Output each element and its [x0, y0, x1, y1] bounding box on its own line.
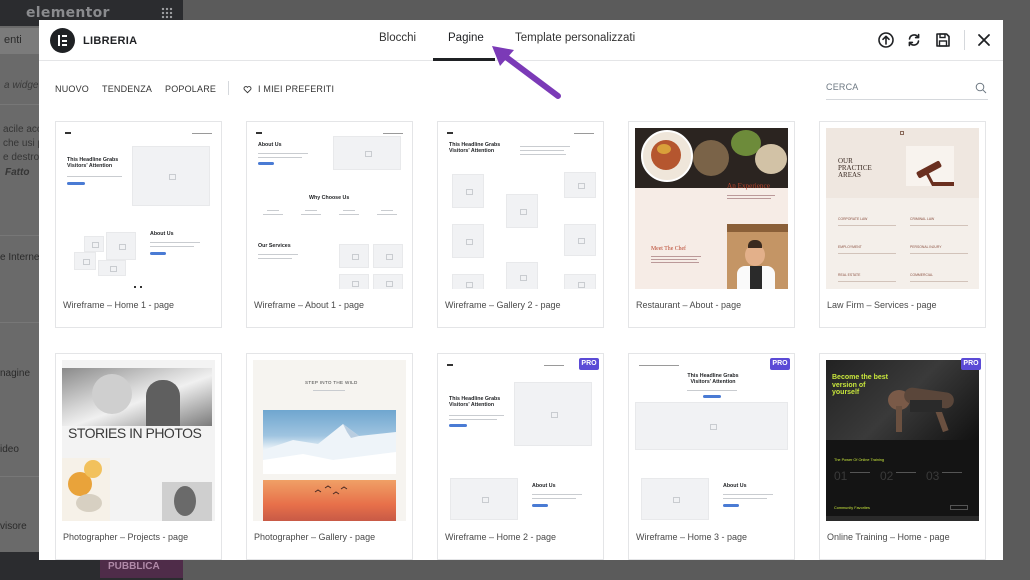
- filter-new[interactable]: NUOVO: [55, 84, 89, 94]
- thumb-chef: Meet The Chef: [651, 246, 686, 252]
- template-name: Wireframe – Home 3 - page: [636, 532, 748, 542]
- search-box: [826, 76, 988, 100]
- template-thumbnail: This Headline Grabs Visitors' Attention: [444, 128, 597, 289]
- sync-icon: [908, 33, 920, 47]
- template-name: Wireframe – Gallery 2 - page: [445, 300, 561, 310]
- template-card[interactable]: This Headline Grabs Visitors' Attention …: [437, 121, 604, 328]
- template-thumbnail: Become the best version of yourself The …: [826, 360, 979, 521]
- thumb-headline: This Headline Grabs Visitors' Attention: [687, 373, 739, 385]
- thumb-law-item: COMMERCIAL: [910, 273, 933, 277]
- upload-template-button[interactable]: [877, 31, 895, 49]
- template-thumbnail: This Headline Grabs Visitors' Attention …: [62, 128, 215, 289]
- thumb-training: The Power Of Online Training: [834, 458, 885, 462]
- thumb-favorites: Community Favorites: [834, 506, 870, 510]
- thumb-services: Our Services: [258, 243, 291, 249]
- widget-label: nagine: [0, 368, 31, 379]
- search-icon[interactable]: [975, 82, 987, 94]
- close-button[interactable]: [975, 31, 993, 49]
- template-name: Photographer – Projects - page: [63, 532, 189, 542]
- editor-hint-line: e destro: [3, 152, 40, 163]
- upload-icon: [878, 32, 894, 48]
- thumb-about: About Us: [150, 231, 174, 237]
- template-card[interactable]: OUR PRACTICE AREAS CORPORATE LAW CRIMINA…: [819, 121, 986, 328]
- pro-badge: PRO: [579, 358, 599, 370]
- template-card[interactable]: PRO This Headline Grabs Visitors' Attent…: [437, 353, 604, 560]
- filter-popular[interactable]: POPOLARE: [165, 84, 216, 94]
- save-template-button[interactable]: [934, 31, 952, 49]
- thumb-number: 02: [880, 469, 894, 483]
- thumb-about: About Us: [258, 142, 282, 148]
- thumb-experience: An Experience: [727, 182, 770, 190]
- template-thumbnail: This Headline Grabs Visitors' Attention …: [635, 360, 788, 521]
- tab-custom-templates[interactable]: Template personalizzati: [515, 32, 635, 44]
- thumb-number: 01: [834, 469, 848, 483]
- modal-header: LIBRERIA Blocchi Pagine Template persona…: [39, 20, 1003, 61]
- editor-hint-line: acile acc: [3, 124, 42, 135]
- thumb-about: About Us: [532, 483, 556, 489]
- tab-blocks[interactable]: Blocchi: [379, 32, 416, 44]
- template-card[interactable]: An Experience Meet The Chef Restaurant –…: [628, 121, 795, 328]
- editor-logo: elementor: [26, 5, 110, 21]
- thumb-law-item: PERSONAL INJURY: [910, 245, 942, 249]
- filter-favorites[interactable]: I MIEI PREFERITI: [243, 84, 334, 94]
- thumb-about: About Us: [723, 483, 747, 489]
- editor-tab-elements: enti: [0, 28, 40, 54]
- filter-trend[interactable]: TENDENZA: [102, 84, 152, 94]
- pro-badge: PRO: [770, 358, 790, 370]
- template-card[interactable]: STEP INTO THE WILD Photographer – Galler…: [246, 353, 413, 560]
- thumb-number: 03: [926, 469, 940, 483]
- widget-label: ideo: [0, 444, 19, 455]
- grid-icon: [161, 7, 173, 19]
- template-card[interactable]: PRO Become the best version of yourself …: [819, 353, 986, 560]
- thumb-wild: STEP INTO THE WILD: [305, 380, 358, 385]
- save-icon: [936, 33, 950, 47]
- thumb-headline: This Headline Grabs Visitors' Attention: [449, 396, 501, 408]
- template-thumbnail: STORIES IN PHOTOS: [62, 360, 215, 521]
- template-thumbnail: This Headline Grabs Visitors' Attention …: [444, 360, 597, 521]
- pro-badge: PRO: [961, 358, 981, 370]
- thumb-fitness: Become the best version of yourself: [832, 374, 889, 397]
- template-thumbnail: OUR PRACTICE AREAS CORPORATE LAW CRIMINA…: [826, 128, 979, 289]
- heart-icon: [243, 85, 252, 93]
- library-title: LIBRERIA: [83, 35, 138, 47]
- filter-divider: [228, 81, 229, 95]
- header-divider: [964, 30, 965, 50]
- thumb-law-item: CRIMINAL LAW: [910, 217, 935, 221]
- template-name: Wireframe – About 1 - page: [254, 300, 365, 310]
- thumb-law-item: EMPLOYMENT: [838, 245, 862, 249]
- thumb-headline: This Headline Grabs Visitors' Attention: [67, 157, 119, 169]
- template-name: Online Training – Home - page: [827, 532, 950, 542]
- thumb-stories: STORIES IN PHOTOS: [68, 425, 202, 441]
- active-tab-indicator: [433, 58, 495, 61]
- sync-library-button[interactable]: [905, 31, 923, 49]
- template-name: Law Firm – Services - page: [827, 300, 937, 310]
- thumb-headline: This Headline Grabs Visitors' Attention: [449, 142, 501, 154]
- template-name: Photographer – Gallery - page: [254, 532, 376, 542]
- close-icon: [978, 34, 990, 46]
- search-input[interactable]: [826, 79, 966, 95]
- template-card[interactable]: About Us Why Choose Us Our Services Wire…: [246, 121, 413, 328]
- template-card[interactable]: PRO This Headline Grabs Visitors' Attent…: [628, 353, 795, 560]
- library-modal: LIBRERIA Blocchi Pagine Template persona…: [39, 20, 1003, 560]
- template-thumbnail: An Experience Meet The Chef: [635, 128, 788, 289]
- template-thumbnail: About Us Why Choose Us Our Services: [253, 128, 406, 289]
- thumb-why: Why Choose Us: [309, 195, 350, 201]
- tab-pages[interactable]: Pagine: [448, 32, 484, 44]
- template-card[interactable]: This Headline Grabs Visitors' Attention …: [55, 121, 222, 328]
- widget-label: visore: [0, 521, 27, 532]
- template-name: Wireframe – Home 1 - page: [63, 300, 175, 310]
- editor-hint-line: che usi p: [3, 138, 44, 149]
- template-name: Wireframe – Home 2 - page: [445, 532, 557, 542]
- template-card[interactable]: STORIES IN PHOTOS Photographer – Project…: [55, 353, 222, 560]
- thumb-practice: OUR PRACTICE AREAS: [838, 157, 872, 179]
- filter-favorites-label: I MIEI PREFERITI: [258, 84, 335, 94]
- editor-done-text: Fatto: [5, 167, 30, 178]
- widget-label: e Interne: [0, 252, 40, 263]
- template-name: Restaurant – About - page: [636, 300, 742, 310]
- thumb-law-item: CORPORATE LAW: [838, 217, 868, 221]
- thumb-law-item: REAL ESTATE: [838, 273, 861, 277]
- template-thumbnail: STEP INTO THE WILD: [253, 360, 406, 521]
- elementor-logo-icon: [50, 28, 75, 53]
